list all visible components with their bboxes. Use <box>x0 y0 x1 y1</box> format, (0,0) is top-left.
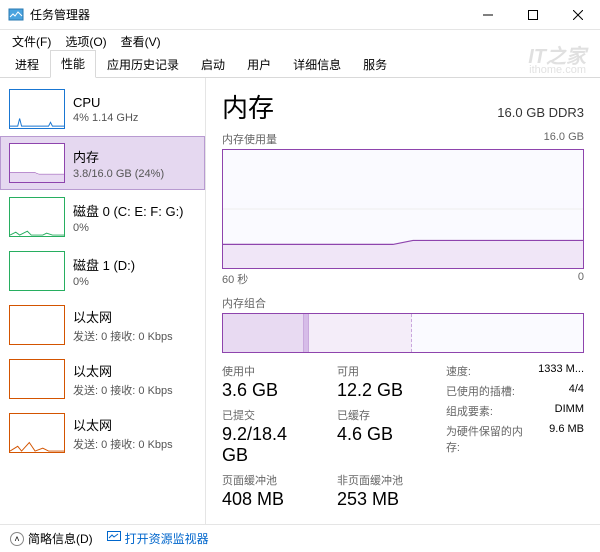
sidebar-item-sub: 0% <box>73 222 184 234</box>
sidebar-item-eth2[interactable]: 以太网发送: 0 接收: 0 Kbps <box>0 406 205 460</box>
sidebar-item-sub: 发送: 0 接收: 0 Kbps <box>73 328 173 344</box>
spec-form-label: 组成要素: <box>446 403 530 419</box>
sidebar-item-memory[interactable]: 内存 3.8/16.0 GB (24%) <box>0 136 205 190</box>
sidebar-item-label: 磁盘 1 (D:) <box>73 255 135 274</box>
minimize-button[interactable] <box>465 0 510 29</box>
sidebar-item-label: 以太网 <box>73 415 173 434</box>
sidebar-item-label: 磁盘 0 (C: E: F: G:) <box>73 201 184 220</box>
menu-view[interactable]: 查看(V) <box>115 31 167 52</box>
tab-services[interactable]: 服务 <box>352 51 398 78</box>
ethernet-thumb-icon <box>9 413 65 453</box>
tab-details[interactable]: 详细信息 <box>282 51 352 78</box>
app-icon <box>8 7 24 23</box>
memory-composition-chart[interactable] <box>222 313 584 353</box>
sidebar-item-sub: 4% 1.14 GHz <box>73 112 138 124</box>
spec-slots-label: 已使用的插槽: <box>446 383 530 399</box>
chart-axis-left: 60 秒 <box>222 271 248 287</box>
chart-usage-max: 16.0 GB <box>544 131 584 147</box>
sidebar-item-label: 以太网 <box>73 307 173 326</box>
chart-usage-label: 内存使用量 <box>222 131 277 147</box>
chart-axis-right: 0 <box>578 271 584 287</box>
close-button[interactable] <box>555 0 600 29</box>
sidebar-item-label: 以太网 <box>73 361 173 380</box>
spec-hwres-label: 为硬件保留的内存: <box>446 423 530 455</box>
sidebar-item-label: CPU <box>73 95 138 110</box>
spec-speed-value: 1333 M... <box>538 363 584 379</box>
stat-cached-value: 4.6 GB <box>337 424 428 445</box>
ethernet-thumb-icon <box>9 359 65 399</box>
sidebar-item-disk0[interactable]: 磁盘 0 (C: E: F: G:) 0% <box>0 190 205 244</box>
disk-thumb-icon <box>9 251 65 291</box>
spec-speed-label: 速度: <box>446 363 530 379</box>
stat-paged-label: 页面缓冲池 <box>222 472 313 488</box>
stat-inuse-label: 使用中 <box>222 363 313 379</box>
sidebar-item-label: 内存 <box>73 147 164 166</box>
spec-slots-value: 4/4 <box>538 383 584 399</box>
spec-hwres-value: 9.6 MB <box>538 423 584 455</box>
stat-cached-label: 已缓存 <box>337 407 428 423</box>
tab-users[interactable]: 用户 <box>236 51 282 78</box>
stat-committed-value: 9.2/18.4 GB <box>222 424 313 466</box>
tab-bar: 进程 性能 应用历史记录 启动 用户 详细信息 服务 <box>0 52 600 78</box>
stat-avail-value: 12.2 GB <box>337 380 428 401</box>
menu-file[interactable]: 文件(F) <box>6 31 57 52</box>
sidebar-item-sub: 发送: 0 接收: 0 Kbps <box>73 436 173 452</box>
tab-startup[interactable]: 启动 <box>190 51 236 78</box>
maximize-button[interactable] <box>510 0 555 29</box>
stat-nonpaged-value: 253 MB <box>337 489 428 510</box>
cpu-thumb-icon <box>9 89 65 129</box>
detail-title: 内存 <box>222 88 274 125</box>
stat-committed-label: 已提交 <box>222 407 313 423</box>
ethernet-thumb-icon <box>9 305 65 345</box>
sidebar-item-sub: 发送: 0 接收: 0 Kbps <box>73 382 173 398</box>
chart-comp-label: 内存组合 <box>222 295 266 311</box>
stat-paged-value: 408 MB <box>222 489 313 510</box>
sidebar-item-disk1[interactable]: 磁盘 1 (D:) 0% <box>0 244 205 298</box>
stat-avail-label: 可用 <box>337 363 428 379</box>
memory-thumb-icon <box>9 143 65 183</box>
spec-form-value: DIMM <box>538 403 584 419</box>
menu-options[interactable]: 选项(O) <box>59 31 112 52</box>
open-resource-monitor-link[interactable]: 打开资源监视器 <box>107 530 209 547</box>
tab-processes[interactable]: 进程 <box>4 51 50 78</box>
monitor-icon <box>107 531 121 546</box>
disk-thumb-icon <box>9 197 65 237</box>
sidebar-item-cpu[interactable]: CPU 4% 1.14 GHz <box>0 82 205 136</box>
tab-performance[interactable]: 性能 <box>50 50 96 78</box>
sidebar-item-eth1[interactable]: 以太网发送: 0 接收: 0 Kbps <box>0 352 205 406</box>
sidebar-item-eth0[interactable]: 以太网发送: 0 接收: 0 Kbps <box>0 298 205 352</box>
stat-nonpaged-label: 非页面缓冲池 <box>337 472 428 488</box>
window-title: 任务管理器 <box>30 6 465 23</box>
detail-spec: 16.0 GB DDR3 <box>497 105 584 120</box>
sidebar-item-sub: 0% <box>73 276 135 288</box>
fewer-details-toggle[interactable]: ˄ 简略信息(D) <box>10 530 93 547</box>
chevron-up-icon: ˄ <box>10 532 24 546</box>
sidebar-item-sub: 3.8/16.0 GB (24%) <box>73 168 164 180</box>
stat-inuse-value: 3.6 GB <box>222 380 313 401</box>
tab-app-history[interactable]: 应用历史记录 <box>96 51 190 78</box>
sidebar: CPU 4% 1.14 GHz 内存 3.8/16.0 GB (24%) 磁盘 0 … <box>0 78 206 524</box>
memory-usage-chart[interactable] <box>222 149 584 269</box>
